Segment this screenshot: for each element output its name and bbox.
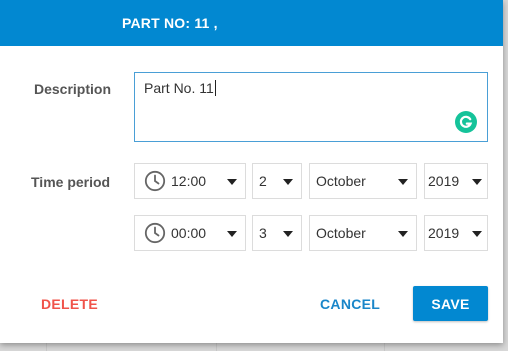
start-time-value: 12:00: [171, 173, 207, 189]
caret-down-icon: [283, 179, 293, 185]
end-time-select[interactable]: 00:00: [134, 215, 246, 251]
end-year-select[interactable]: 2019: [424, 215, 488, 251]
start-day-value: 2: [259, 173, 267, 189]
cancel-button[interactable]: CANCEL: [320, 296, 380, 312]
start-month-select[interactable]: October: [309, 163, 417, 199]
caret-down-icon: [472, 231, 482, 237]
edit-part-dialog: PART NO: 11 , Description Part No. 11 Ti…: [0, 0, 503, 343]
caret-down-icon: [283, 231, 293, 237]
end-month-value: October: [316, 225, 366, 241]
grammarly-icon[interactable]: [455, 111, 477, 133]
dialog-header: PART NO: 11 ,: [0, 0, 503, 46]
caret-down-icon: [398, 231, 408, 237]
clock-icon: [144, 170, 166, 192]
end-month-select[interactable]: October: [309, 215, 417, 251]
text-cursor: [214, 80, 216, 96]
start-year-select[interactable]: 2019: [424, 163, 488, 199]
description-label: Description: [34, 81, 112, 97]
caret-down-icon: [398, 179, 408, 185]
end-day-select[interactable]: 3: [252, 215, 302, 251]
dialog-title: PART NO: 11 ,: [122, 15, 218, 31]
caret-down-icon: [472, 179, 482, 185]
start-time-select[interactable]: 12:00: [134, 163, 246, 199]
save-button[interactable]: SAVE: [413, 286, 488, 321]
caret-down-icon: [227, 231, 237, 237]
end-year-value: 2019: [428, 225, 460, 241]
description-textarea[interactable]: Part No. 11: [134, 72, 488, 142]
clock-icon: [144, 222, 166, 244]
delete-button[interactable]: DELETE: [41, 296, 98, 312]
end-time-value: 00:00: [171, 225, 207, 241]
time-period-label: Time period: [31, 174, 111, 190]
start-year-value: 2019: [428, 173, 460, 189]
start-day-select[interactable]: 2: [252, 163, 302, 199]
start-month-value: October: [316, 173, 366, 189]
end-day-value: 3: [259, 225, 267, 241]
caret-down-icon: [227, 179, 237, 185]
description-value: Part No. 11: [144, 80, 216, 96]
